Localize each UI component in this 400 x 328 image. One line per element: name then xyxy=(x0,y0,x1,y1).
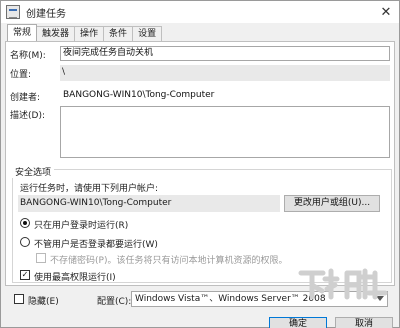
highest-privileges-label[interactable]: 使用最高权限运行(I) xyxy=(34,270,116,283)
configure-label: 配置(C): xyxy=(97,297,132,307)
tab-settings[interactable]: 设置 xyxy=(132,26,163,41)
window-title: 创建任务 xyxy=(26,8,66,20)
highest-privileges-checkbox[interactable]: ✓ xyxy=(20,270,30,280)
ok-button[interactable]: 确定 xyxy=(269,317,327,328)
description-label: 描述(D): xyxy=(10,111,45,121)
general-tab-panel: 名称(M): 夜间完成任务自动关机 位置: \ 创建者: BANGONG-WIN… xyxy=(5,41,395,286)
logged-on-radio[interactable] xyxy=(20,218,30,228)
hidden-checkbox[interactable] xyxy=(14,294,24,304)
user-account-value: BANGONG-WIN10\Tong-Computer xyxy=(18,195,280,212)
watermark-logo xyxy=(298,268,388,300)
author-value: BANGONG-WIN10\Tong-Computer xyxy=(63,90,215,100)
hidden-label[interactable]: 隐藏(E) xyxy=(28,294,59,307)
title-bar: 创建任务 ✕ xyxy=(1,1,399,23)
security-options-title: 安全选项 xyxy=(12,165,55,178)
change-user-button[interactable]: 更改用户或组(U)... xyxy=(284,195,380,212)
run-as-prompt: 运行任务时，请使用下列用户帐户: xyxy=(20,184,159,194)
location-label: 位置: xyxy=(10,70,32,80)
tab-general[interactable]: 常规 xyxy=(7,24,38,41)
cancel-button[interactable]: 取消 xyxy=(335,317,393,328)
name-input[interactable]: 夜间完成任务自动关机 xyxy=(60,46,390,61)
task-scheduler-icon xyxy=(6,5,20,19)
tab-actions[interactable]: 操作 xyxy=(74,26,105,41)
name-label: 名称(M): xyxy=(10,51,46,61)
location-value: \ xyxy=(60,65,390,81)
author-label: 创建者: xyxy=(10,93,41,103)
tab-conditions[interactable]: 条件 xyxy=(103,26,134,41)
create-task-window: 创建任务 ✕ 常规 触发器 操作 条件 设置 名称(M): 夜间完成任务自动关机… xyxy=(0,0,400,328)
tab-strip: 常规 触发器 操作 条件 设置 xyxy=(7,24,163,41)
description-textarea[interactable] xyxy=(60,106,390,158)
no-store-password-checkbox[interactable] xyxy=(36,253,46,263)
tab-triggers[interactable]: 触发器 xyxy=(36,26,76,41)
whether-logged-radio-label[interactable]: 不管用户是否登录都要运行(W) xyxy=(34,237,158,250)
logged-on-radio-label[interactable]: 只在用户登录时运行(R) xyxy=(34,218,128,231)
whether-logged-radio[interactable] xyxy=(20,237,30,247)
close-icon[interactable]: ✕ xyxy=(373,1,399,23)
no-store-password-label[interactable]: 不存储密码(P)。该任务将只有访问本地计算机资源的权限。 xyxy=(50,253,287,266)
